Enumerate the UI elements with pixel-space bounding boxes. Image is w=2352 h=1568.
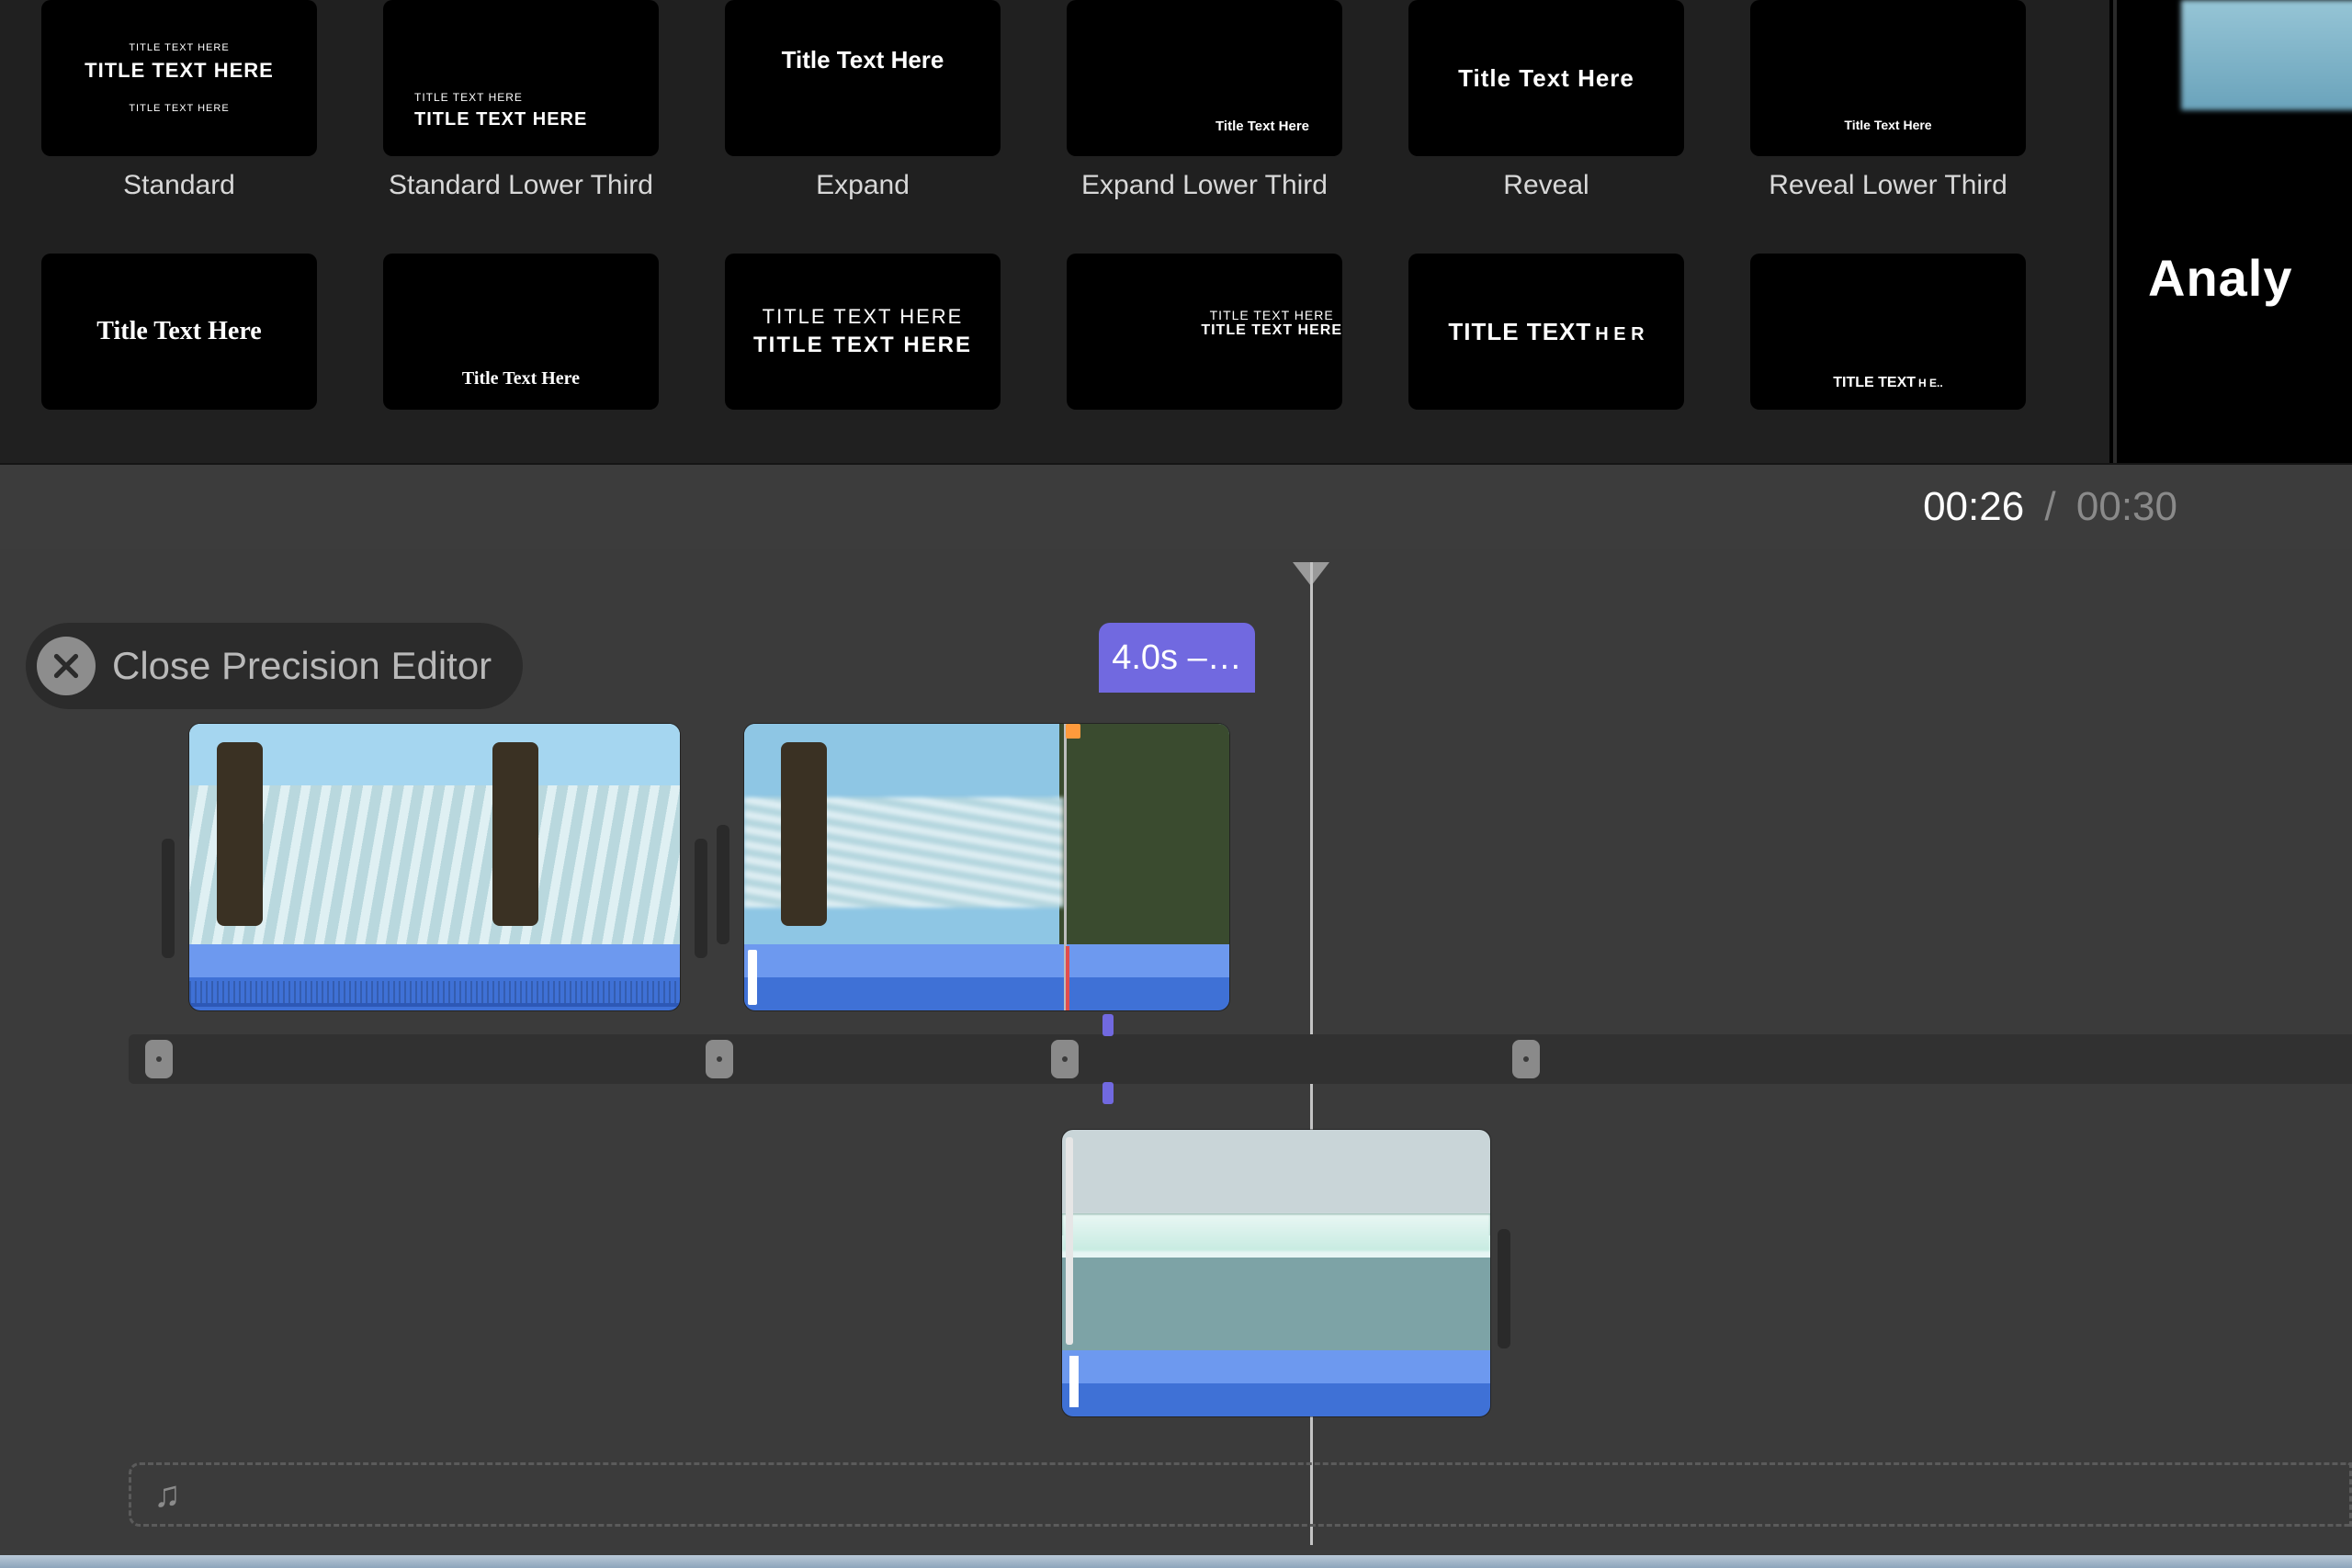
music-track-well[interactable]: ♫ bbox=[129, 1462, 2352, 1527]
close-icon bbox=[37, 637, 96, 695]
clip-video-filmstrip bbox=[744, 724, 1229, 944]
title-clip-duration: 4.0s –… bbox=[1112, 638, 1242, 678]
title-thumb: TITLE TEXT H E.. bbox=[1750, 254, 2026, 410]
precision-connector-icon bbox=[1102, 1082, 1114, 1104]
edit-point-handle[interactable] bbox=[1512, 1040, 1540, 1078]
title-caption: Expand bbox=[816, 169, 910, 235]
title-preset-standard[interactable]: TITLE TEXT HERE TITLE TEXT HERE TITLE TE… bbox=[37, 0, 322, 235]
title-preset-focus[interactable]: Title Text Here bbox=[37, 254, 322, 463]
title-preset-focus-lower-third[interactable]: Title Text Here bbox=[379, 254, 663, 463]
clip-trim-handle-right[interactable] bbox=[695, 839, 707, 958]
title-thumb: Title Text Here bbox=[1750, 0, 2026, 156]
title-caption: Reveal Lower Third bbox=[1769, 169, 2007, 235]
edit-point-handle[interactable] bbox=[1051, 1040, 1079, 1078]
title-preset-standard-lower-third[interactable]: TITLE TEXT HERE TITLE TEXT HERE Standard… bbox=[379, 0, 663, 235]
clip-video-filmstrip bbox=[1062, 1130, 1490, 1350]
preview-overlay-text: Analy bbox=[2148, 248, 2293, 308]
title-preset-line-lower-third[interactable]: TITLE TEXT HERE TITLE TEXT HERE bbox=[1062, 254, 1347, 463]
timecode-readout: 00:26 / 00:30 bbox=[1923, 484, 2177, 530]
title-preset-pop[interactable]: TITLE TEXT H E R bbox=[1404, 254, 1689, 463]
title-preset-reveal[interactable]: Title Text Here Reveal bbox=[1404, 0, 1689, 235]
title-thumb: TITLE TEXT HERE TITLE TEXT HERE bbox=[1067, 254, 1342, 410]
title-thumb: TITLE TEXT H E R bbox=[1408, 254, 1684, 410]
precision-audio-marker[interactable] bbox=[1066, 946, 1069, 1010]
title-caption: Standard bbox=[123, 169, 235, 235]
titles-browser: TITLE TEXT HERE TITLE TEXT HERE TITLE TE… bbox=[0, 0, 2113, 463]
title-thumb: Title Text Here bbox=[41, 254, 317, 410]
timeline-clip-c[interactable] bbox=[1062, 1130, 1490, 1416]
preview-video-frame bbox=[2181, 0, 2352, 110]
title-thumb: Title Text Here bbox=[1408, 0, 1684, 156]
close-precision-editor-label: Close Precision Editor bbox=[112, 644, 492, 688]
title-thumb: TITLE TEXT HERE TITLE TEXT HERE bbox=[725, 254, 1001, 410]
clip-audio-waveform bbox=[1062, 1350, 1490, 1416]
title-thumb: Title Text Here bbox=[383, 254, 659, 410]
title-thumb: Title Text Here bbox=[725, 0, 1001, 156]
clip-trim-handle-right[interactable] bbox=[1498, 1229, 1510, 1348]
precision-edit-marker-icon[interactable] bbox=[1066, 724, 1080, 739]
edit-point-handle[interactable] bbox=[145, 1040, 173, 1078]
title-caption: Expand Lower Third bbox=[1081, 169, 1328, 235]
timecode-separator: / bbox=[2044, 484, 2055, 529]
close-precision-editor-button[interactable]: Close Precision Editor bbox=[26, 623, 523, 709]
title-preset-reveal-lower-third[interactable]: Title Text Here Reveal Lower Third bbox=[1746, 0, 2030, 235]
timeline-clip-b[interactable] bbox=[744, 724, 1229, 1010]
precision-connector-icon bbox=[1102, 1014, 1114, 1036]
clip-in-handle[interactable] bbox=[748, 950, 757, 1005]
title-caption: Reveal bbox=[1503, 169, 1589, 235]
clip-trim-handle-left[interactable] bbox=[717, 825, 729, 944]
clip-trim-handle-left[interactable] bbox=[162, 839, 175, 958]
edit-point-handle[interactable] bbox=[706, 1040, 733, 1078]
title-thumb: Title Text Here bbox=[1067, 0, 1342, 156]
preview-panel: Analy bbox=[2117, 0, 2352, 463]
timecode-current: 00:26 bbox=[1923, 484, 2024, 529]
title-thumb: TITLE TEXT HERE TITLE TEXT HERE bbox=[383, 0, 659, 156]
timecode-bar: 00:26 / 00:30 bbox=[0, 463, 2352, 549]
title-caption: Standard Lower Third bbox=[389, 169, 653, 235]
timeline[interactable]: Close Precision Editor 4.0s –… bbox=[0, 549, 2352, 1555]
clip-audio-waveform bbox=[744, 944, 1229, 1010]
clip-in-handle[interactable] bbox=[1066, 1137, 1073, 1345]
title-thumb: TITLE TEXT HERE TITLE TEXT HERE TITLE TE… bbox=[41, 0, 317, 156]
timecode-total: 00:30 bbox=[2076, 484, 2177, 529]
horizontal-scrollbar[interactable] bbox=[0, 1555, 2352, 1568]
title-preset-pop-lower-third[interactable]: TITLE TEXT H E.. bbox=[1746, 254, 2030, 463]
precision-transition-lane[interactable] bbox=[129, 1034, 2352, 1084]
title-preset-line[interactable]: TITLE TEXT HERE TITLE TEXT HERE bbox=[720, 254, 1005, 463]
music-note-icon: ♫ bbox=[153, 1474, 181, 1516]
clip-audio-in-handle[interactable] bbox=[1069, 1356, 1079, 1407]
title-preset-expand-lower-third[interactable]: Title Text Here Expand Lower Third bbox=[1062, 0, 1347, 235]
title-preset-expand[interactable]: Title Text Here Expand bbox=[720, 0, 1005, 235]
title-clip[interactable]: 4.0s –… bbox=[1099, 623, 1255, 693]
